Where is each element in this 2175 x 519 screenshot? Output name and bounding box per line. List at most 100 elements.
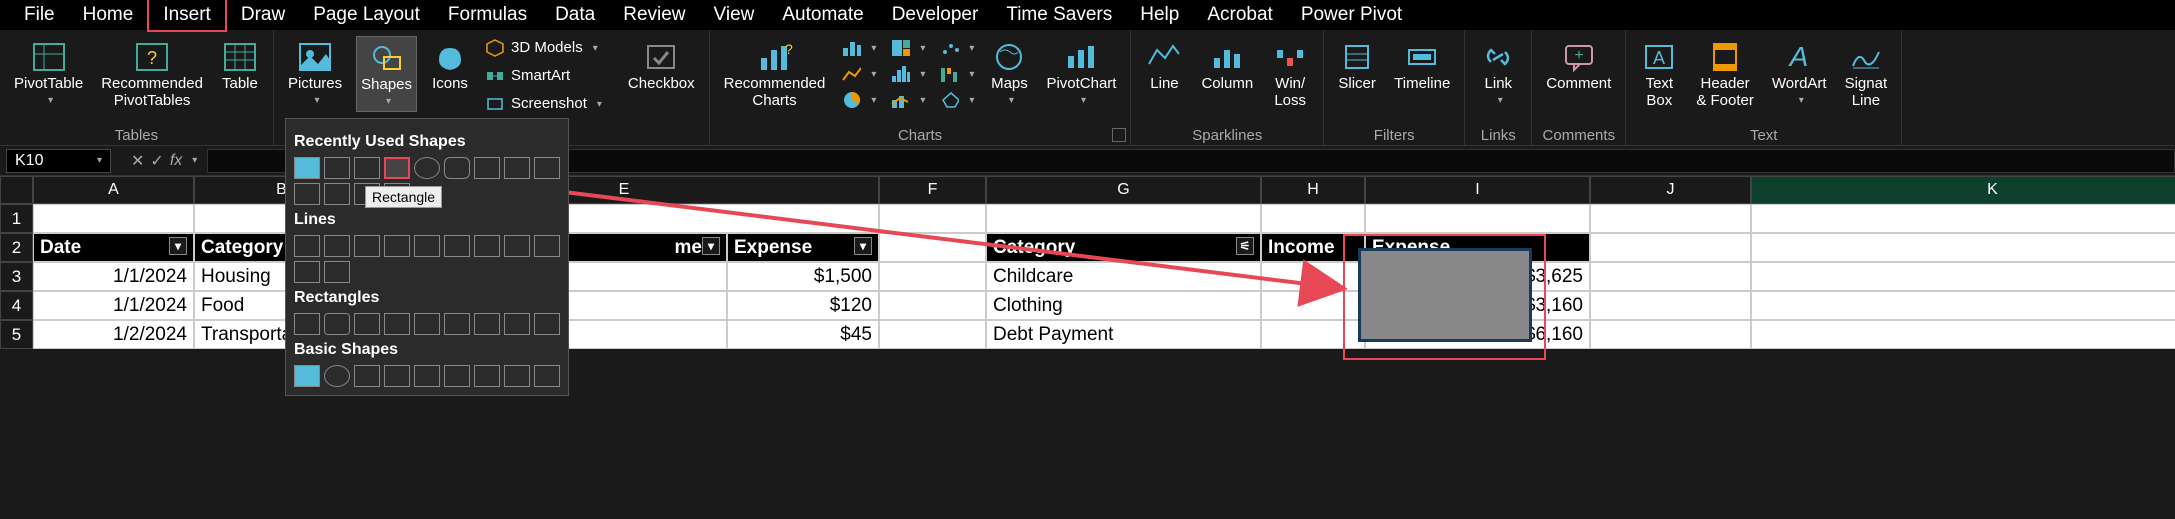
spark-col-button[interactable]: Column xyxy=(1197,36,1257,97)
shape-arrow-down[interactable] xyxy=(294,183,320,205)
rec-charts-button[interactable]: ? Recommended Charts xyxy=(720,36,830,113)
table-row[interactable]: Clothing xyxy=(986,291,1261,320)
shape-connector-2[interactable] xyxy=(414,235,440,257)
menu-acrobat[interactable]: Acrobat xyxy=(1193,0,1286,30)
shape-basic-trap[interactable] xyxy=(444,365,470,387)
cell[interactable] xyxy=(1751,233,2175,262)
maps-button[interactable]: Maps ▾ xyxy=(986,36,1032,110)
shape-rect-4[interactable] xyxy=(384,313,410,335)
shape-rect-3[interactable] xyxy=(354,313,380,335)
shape-rect-8[interactable] xyxy=(504,313,530,335)
cell[interactable] xyxy=(1365,204,1590,233)
row-head-2[interactable]: 2 xyxy=(0,233,33,262)
shape-line-3[interactable] xyxy=(354,235,380,257)
shape-arrow-right[interactable] xyxy=(534,157,560,179)
table1-header-date[interactable]: Date▾ xyxy=(33,233,194,262)
cell[interactable] xyxy=(1751,262,2175,291)
cell[interactable] xyxy=(879,291,986,320)
table-row[interactable]: Debt Payment xyxy=(986,320,1261,349)
cell[interactable] xyxy=(1590,204,1751,233)
col-head-F[interactable]: F xyxy=(879,176,986,204)
screenshot-button[interactable]: Screenshot ▾ xyxy=(483,92,604,116)
row-head-4[interactable]: 4 xyxy=(0,291,33,320)
shape-rect-1[interactable] xyxy=(294,313,320,335)
menu-help[interactable]: Help xyxy=(1126,0,1193,30)
table-row[interactable]: $120 xyxy=(727,291,879,320)
cell[interactable] xyxy=(1751,204,2175,233)
link-button[interactable]: Link ▾ xyxy=(1475,36,1521,110)
row-head-3[interactable]: 3 xyxy=(0,262,33,291)
chart-line-icon[interactable]: ▾ xyxy=(839,62,878,86)
menu-automate[interactable]: Automate xyxy=(768,0,877,30)
filter-icon[interactable]: ⚟ xyxy=(1236,237,1254,255)
table1-header-expense[interactable]: Expense▾ xyxy=(727,233,879,262)
menu-review[interactable]: Review xyxy=(609,0,699,30)
shape-line-2[interactable] xyxy=(324,235,350,257)
table-row[interactable]: $45 xyxy=(727,320,879,349)
pictures-button[interactable]: Pictures ▾ xyxy=(284,36,346,110)
shape-basic-rtri[interactable] xyxy=(384,365,410,387)
chart-pie-icon[interactable]: ▾ xyxy=(839,88,878,112)
cell[interactable] xyxy=(879,233,986,262)
menu-home[interactable]: Home xyxy=(69,0,148,30)
cell[interactable] xyxy=(879,320,986,349)
shape-rect-9[interactable] xyxy=(534,313,560,335)
confirm-formula-icon[interactable]: ✓ xyxy=(150,151,163,171)
chart-histogram-icon[interactable]: ▾ xyxy=(888,62,927,86)
shape-curve1[interactable] xyxy=(324,183,350,205)
shape-basic-diamond[interactable] xyxy=(474,365,500,387)
menu-insert[interactable]: Insert xyxy=(147,0,227,32)
cell[interactable] xyxy=(1590,262,1751,291)
cell[interactable] xyxy=(1590,233,1751,262)
smartart-button[interactable]: SmartArt xyxy=(483,64,604,88)
menu-powerpivot[interactable]: Power Pivot xyxy=(1287,0,1416,30)
cell[interactable] xyxy=(1261,204,1365,233)
row-head-1[interactable]: 1 xyxy=(0,204,33,233)
shape-rect-7[interactable] xyxy=(474,313,500,335)
menu-formulas[interactable]: Formulas xyxy=(434,0,541,30)
menu-view[interactable]: View xyxy=(700,0,769,30)
filter-icon[interactable]: ▾ xyxy=(169,237,187,255)
menu-draw[interactable]: Draw xyxy=(227,0,299,30)
col-head-G[interactable]: G xyxy=(986,176,1261,204)
select-all-corner[interactable] xyxy=(0,176,33,204)
pivotchart-button[interactable]: PivotChart ▾ xyxy=(1042,36,1120,110)
inserted-shape-rectangle[interactable] xyxy=(1358,248,1532,342)
shape-curve-a[interactable] xyxy=(474,235,500,257)
chart-waterfall-icon[interactable]: ▾ xyxy=(937,62,976,86)
shape-basic-pent[interactable] xyxy=(504,365,530,387)
table-row[interactable]: 1/1/2024 xyxy=(33,291,194,320)
filter-icon[interactable]: ▾ xyxy=(702,237,720,255)
chart-bar-icon[interactable]: ▾ xyxy=(839,36,878,60)
row-head-5[interactable]: 5 xyxy=(0,320,33,349)
menu-pagelayout[interactable]: Page Layout xyxy=(299,0,434,30)
shape-connector-1[interactable] xyxy=(384,235,410,257)
headerfooter-button[interactable]: Header & Footer xyxy=(1692,36,1758,113)
shape-basic-hex[interactable] xyxy=(534,365,560,387)
pivottable-button[interactable]: PivotTable ▾ xyxy=(10,36,87,110)
table-row[interactable]: Childcare xyxy=(986,262,1261,291)
shape-rect-2[interactable] xyxy=(324,313,350,335)
filter-icon[interactable]: ▾ xyxy=(854,237,872,255)
table-row[interactable]: 1/2/2024 xyxy=(33,320,194,349)
cell[interactable] xyxy=(1751,320,2175,349)
3dmodels-button[interactable]: 3D Models ▾ xyxy=(483,36,604,60)
cell[interactable] xyxy=(33,204,194,233)
shape-rectangle[interactable] xyxy=(384,157,410,179)
shape-basic-tri[interactable] xyxy=(354,365,380,387)
col-head-I[interactable]: I xyxy=(1365,176,1590,204)
table-row[interactable]: 1/1/2024 xyxy=(33,262,194,291)
shape-freeform-1[interactable] xyxy=(534,235,560,257)
col-head-K[interactable]: K xyxy=(1751,176,2175,204)
wordart-button[interactable]: A WordArt ▾ xyxy=(1768,36,1831,110)
shape-triangle[interactable] xyxy=(474,157,500,179)
shape-textbox[interactable] xyxy=(294,157,320,179)
shape-brace[interactable] xyxy=(504,157,530,179)
slicer-button[interactable]: Slicer xyxy=(1334,36,1380,97)
menu-file[interactable]: File xyxy=(10,0,69,30)
cell[interactable] xyxy=(1590,291,1751,320)
chart-combo-icon[interactable]: ▾ xyxy=(888,88,927,112)
spark-line-button[interactable]: Line xyxy=(1141,36,1187,97)
shape-connector-3[interactable] xyxy=(444,235,470,257)
cell[interactable] xyxy=(879,204,986,233)
